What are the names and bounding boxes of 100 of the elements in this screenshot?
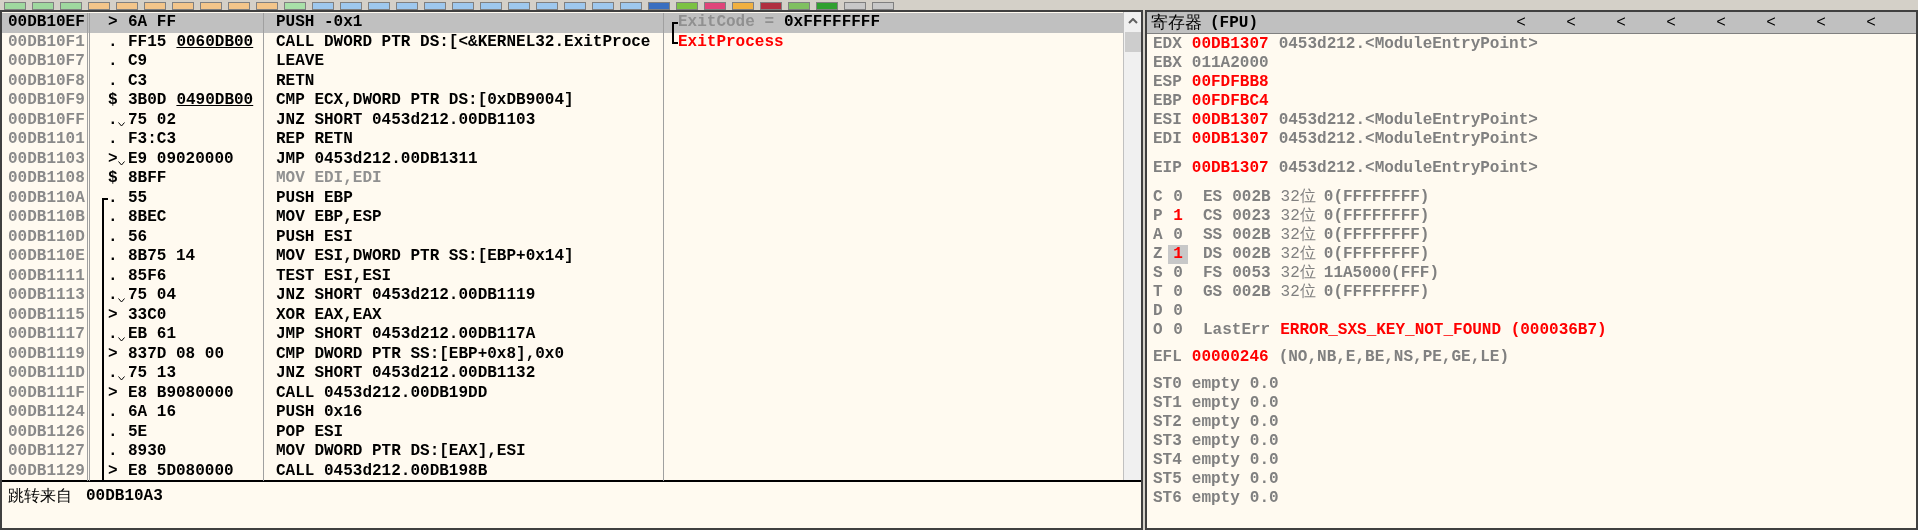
address-cell: 00DB111F [2, 383, 90, 403]
register-name: EBX [1153, 54, 1182, 73]
register-comment: 0453d212.<ModuleEntryPoint> [1278, 130, 1538, 149]
toolbar-button[interactable] [172, 2, 194, 10]
toolbar-button[interactable] [844, 2, 866, 10]
flag-value: 0 [1172, 321, 1184, 340]
condition-flags: (NO,NB,E,BE,NS,PE,GE,LE) [1278, 348, 1510, 367]
segment-base: 0(FFFFFFFF) [1323, 207, 1430, 226]
register-name: ESI [1153, 111, 1182, 130]
register-value: 00DB1307 [1191, 111, 1269, 130]
hex-bytes: 8930 [128, 442, 167, 462]
jump-marker: $ [108, 91, 118, 111]
flag-value: 1 [1172, 207, 1184, 226]
toolbar-button[interactable] [60, 2, 82, 10]
toolbar-button[interactable] [816, 2, 838, 10]
address-cell: 00DB1101 [2, 130, 90, 150]
instruction-cell: RETN [264, 71, 664, 91]
flag-name: A [1153, 226, 1163, 245]
toolbar-button[interactable] [368, 2, 390, 10]
hex-bytes: 75 13 [128, 364, 176, 384]
segment-name: FS [1203, 264, 1223, 283]
instruction-cell: CALL 0453d212.00DB19DD [264, 383, 664, 403]
toolbar-button[interactable] [592, 2, 614, 10]
segment-bits: 32位 [1280, 283, 1316, 302]
fpu-tag: empty [1191, 489, 1240, 508]
register-value: 00000246 [1191, 348, 1269, 367]
fpu-value: 0.0 [1249, 432, 1279, 451]
instruction-cell: REP RETN [264, 130, 664, 150]
toolbar-button[interactable] [340, 2, 362, 10]
fpu-tag: empty [1191, 451, 1240, 470]
toolbar-button[interactable] [312, 2, 334, 10]
address-cell: 00DB1111 [2, 266, 90, 286]
instruction-cell: PUSH 0x16 [264, 403, 664, 423]
toolbar-button[interactable] [508, 2, 530, 10]
toolbar-button[interactable] [228, 2, 250, 10]
instruction-cell: JMP SHORT 0453d212.00DB117A [264, 325, 664, 345]
flag-name: P [1153, 207, 1163, 226]
toolbar-button[interactable] [116, 2, 138, 10]
jump-marker: > [108, 149, 118, 169]
toolbar-button[interactable] [200, 2, 222, 10]
register-value: 00FDFBC4 [1191, 92, 1269, 111]
hex-bytes: 837D 08 00 [128, 344, 224, 364]
toolbar-button[interactable] [760, 2, 782, 10]
fpu-tag: empty [1191, 470, 1240, 489]
segment-selector: 002B [1232, 283, 1271, 302]
panel-subtitle: (FPU) [1210, 12, 1258, 34]
address-cell: 00DB10EF [2, 13, 90, 33]
fpu-register-name: ST0 [1153, 375, 1182, 394]
address-cell: 00DB10F9 [2, 91, 90, 111]
toolbar-button[interactable] [284, 2, 306, 10]
jump-marker: . [108, 208, 118, 228]
address-cell: 00DB110B [2, 208, 90, 228]
scrollbar-thumb[interactable] [1124, 32, 1141, 52]
toolbar-button[interactable] [872, 2, 894, 10]
jump-marker: . [108, 52, 118, 72]
segment-base: 0(FFFFFFFF) [1323, 283, 1430, 302]
toolbar-button[interactable] [32, 2, 54, 10]
hex-bytes: 8BFF [128, 169, 167, 189]
segment-base: 0(FFFFFFFF) [1323, 188, 1430, 207]
hex-bytes: E9 09020000 [128, 149, 234, 169]
toolbar-button[interactable] [452, 2, 474, 10]
address-cell: 00DB10F7 [2, 52, 90, 72]
address-cell: 00DB1119 [2, 344, 90, 364]
scrollbar[interactable] [1123, 12, 1141, 480]
hex-bytes: 33C0 [128, 305, 167, 325]
toolbar-button[interactable] [256, 2, 278, 10]
toolbar-button[interactable] [424, 2, 446, 10]
register-value: 00DB1307 [1191, 35, 1269, 54]
toolbar-button[interactable] [676, 2, 698, 10]
fpu-tag: empty [1191, 375, 1240, 394]
fpu-register-name: ST2 [1153, 413, 1182, 432]
register-comment: 0453d212.<ModuleEntryPoint> [1278, 111, 1538, 130]
jump-marker: > [108, 461, 118, 481]
toolbar-button[interactable] [732, 2, 754, 10]
address-cell: 00DB1103 [2, 149, 90, 169]
hex-bytes: 5E [128, 422, 148, 442]
segment-selector: 002B [1232, 188, 1271, 207]
argument-value: 0xFFFFFFFF [784, 13, 881, 33]
scroll-up-icon[interactable] [1127, 18, 1138, 24]
flag-name: T [1153, 283, 1163, 302]
toolbar-button[interactable] [144, 2, 166, 10]
instruction-cell: MOV EDI,EDI [264, 169, 664, 189]
toolbar-button[interactable] [536, 2, 558, 10]
segment-bits: 32位 [1280, 226, 1316, 245]
hex-bytes: 75 04 [128, 286, 176, 306]
toolbar-button[interactable] [620, 2, 642, 10]
fpu-value: 0.0 [1249, 375, 1279, 394]
toolbar-button[interactable] [4, 2, 26, 10]
hex-bytes: 6A 16 [128, 403, 176, 423]
toolbar-button[interactable] [648, 2, 670, 10]
toolbar-button[interactable] [480, 2, 502, 10]
toolbar-button[interactable] [564, 2, 586, 10]
fpu-register-name: ST1 [1153, 394, 1182, 413]
toolbar-button[interactable] [396, 2, 418, 10]
address-cell: 00DB110D [2, 227, 90, 247]
toolbar-button[interactable] [88, 2, 110, 10]
toolbar-button[interactable] [788, 2, 810, 10]
address-cell: 00DB1117 [2, 325, 90, 345]
jump-marker: > [108, 383, 118, 403]
jump-marker: . [108, 422, 118, 442]
